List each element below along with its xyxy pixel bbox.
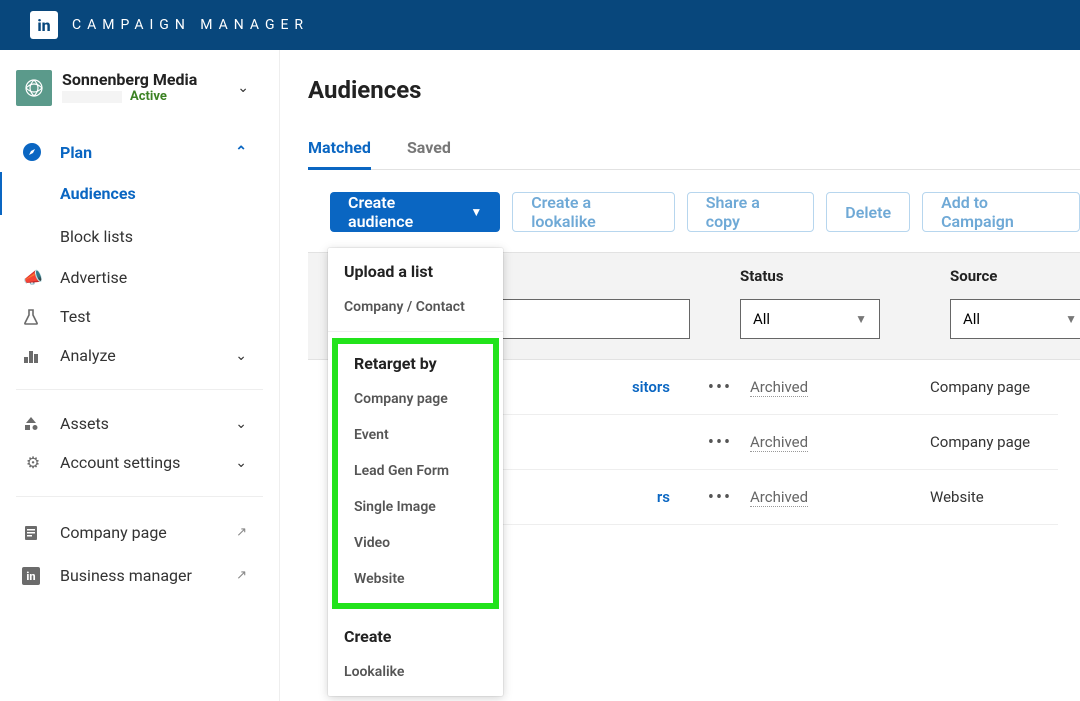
account-switcher[interactable]: Sonnenberg Media Active ⌄	[12, 70, 267, 106]
megaphone-icon: 📣	[22, 268, 44, 287]
subnav-blocklists[interactable]: Block lists	[50, 215, 267, 258]
nav-test[interactable]: Test	[12, 297, 267, 336]
divider	[328, 331, 503, 332]
dropdown-item-website[interactable]: Website	[338, 561, 493, 597]
flask-icon	[22, 308, 44, 326]
row-source: Company page	[930, 378, 1080, 396]
chevron-down-icon[interactable]: ⌄	[237, 80, 263, 96]
row-actions-icon[interactable]: •••	[690, 432, 750, 453]
row-status: Archived	[750, 433, 930, 451]
account-info: Sonnenberg Media Active	[62, 70, 237, 104]
nav-advertise[interactable]: 📣 Advertise	[12, 258, 267, 297]
dropdown-section-retarget: Retarget by	[338, 344, 493, 381]
nav-assets[interactable]: Assets ⌄	[12, 404, 267, 443]
chevron-down-icon: ⌄	[235, 348, 257, 364]
dropdown-item-company-contact[interactable]: Company / Contact	[328, 289, 503, 325]
create-audience-dropdown: Upload a list Company / Contact Retarget…	[328, 248, 503, 696]
row-actions-icon[interactable]: •••	[690, 377, 750, 398]
nav-label: Assets	[60, 414, 109, 433]
linkedin-logo-icon: in	[30, 11, 58, 39]
page-icon	[22, 524, 44, 542]
filter-status: Status All ▼	[740, 267, 920, 339]
caret-down-icon: ▼	[1065, 312, 1077, 326]
status-select[interactable]: All ▼	[740, 299, 880, 339]
external-link-icon: ↗	[236, 568, 257, 583]
nav-analyze[interactable]: Analyze ⌄	[12, 336, 267, 375]
select-value: All	[963, 310, 980, 328]
row-actions-icon[interactable]: •••	[690, 487, 750, 508]
bar-chart-icon	[22, 347, 44, 365]
dropdown-section-create: Create	[328, 613, 503, 654]
linkedin-icon: in	[22, 567, 44, 585]
dropdown-item-video[interactable]: Video	[338, 525, 493, 561]
source-select[interactable]: All ▼	[950, 299, 1080, 339]
highlight-annotation: Retarget by Company page Event Lead Gen …	[332, 338, 499, 609]
account-id-redacted	[62, 91, 122, 103]
link-company-page[interactable]: Company page ↗	[12, 511, 267, 554]
link-label: Company page	[60, 523, 167, 542]
svg-text:in: in	[26, 570, 35, 583]
row-status: Archived	[750, 378, 930, 396]
nav-account-settings[interactable]: ⚙ Account settings ⌄	[12, 443, 267, 482]
chevron-down-icon: ⌄	[235, 416, 257, 432]
delete-button[interactable]: Delete	[826, 192, 910, 232]
account-logo-icon	[16, 70, 52, 106]
share-copy-button[interactable]: Share a copy	[687, 192, 815, 232]
nav-label: Test	[60, 307, 91, 326]
nav-label: Advertise	[60, 268, 127, 287]
create-audience-button[interactable]: Create audience ▼	[330, 192, 500, 232]
nav-label: Analyze	[60, 346, 116, 365]
dropdown-item-lead-gen-form[interactable]: Lead Gen Form	[338, 453, 493, 489]
create-lookalike-button[interactable]: Create a lookalike	[512, 192, 675, 232]
nav-plan-subnav: Audiences Block lists	[50, 172, 267, 258]
dropdown-item-event[interactable]: Event	[338, 417, 493, 453]
compass-icon	[22, 142, 44, 162]
toolbar: Create audience ▼ Create a lookalike Sha…	[308, 170, 1080, 232]
top-bar: in CAMPAIGN MANAGER	[0, 0, 1080, 50]
tabs: Matched Saved	[308, 138, 1080, 170]
account-name: Sonnenberg Media	[62, 70, 237, 89]
nav-label: Plan	[60, 143, 92, 162]
chevron-down-icon: ⌄	[235, 455, 257, 471]
shapes-icon	[22, 415, 44, 433]
page-title: Audiences	[308, 76, 1080, 104]
caret-down-icon: ▼	[470, 205, 482, 219]
tab-matched[interactable]: Matched	[308, 138, 371, 169]
divider	[16, 389, 263, 390]
link-business-manager[interactable]: in Business manager ↗	[12, 554, 267, 597]
column-header-status: Status	[740, 267, 920, 285]
column-header-source: Source	[950, 267, 1080, 285]
tab-saved[interactable]: Saved	[407, 138, 451, 169]
content-area: Sonnenberg Media Active ⌄ Plan ⌃ Audienc…	[0, 50, 1080, 701]
app-title: CAMPAIGN MANAGER	[72, 17, 309, 33]
row-source: Company page	[930, 433, 1080, 451]
dropdown-item-lookalike[interactable]: Lookalike	[328, 654, 503, 696]
link-label: Business manager	[60, 566, 192, 585]
filter-source: Source All ▼	[950, 267, 1080, 339]
dropdown-item-single-image[interactable]: Single Image	[338, 489, 493, 525]
caret-down-icon: ▼	[855, 312, 867, 326]
select-value: All	[753, 310, 770, 328]
dropdown-section-upload: Upload a list	[328, 248, 503, 289]
chevron-up-icon: ⌃	[235, 144, 257, 160]
subnav-audiences[interactable]: Audiences	[50, 172, 267, 215]
nav-plan[interactable]: Plan ⌃	[12, 132, 267, 172]
gear-icon: ⚙	[22, 453, 44, 472]
row-status: Archived	[750, 488, 930, 506]
nav-label: Account settings	[60, 453, 180, 472]
dropdown-item-company-page[interactable]: Company page	[338, 381, 493, 417]
account-status: Active	[130, 89, 167, 104]
sidebar: Sonnenberg Media Active ⌄ Plan ⌃ Audienc…	[0, 50, 280, 701]
divider	[16, 496, 263, 497]
button-label: Create audience	[348, 193, 460, 231]
row-source: Website	[930, 488, 1080, 506]
external-link-icon: ↗	[236, 525, 257, 540]
add-to-campaign-button[interactable]: Add to Campaign	[922, 192, 1080, 232]
